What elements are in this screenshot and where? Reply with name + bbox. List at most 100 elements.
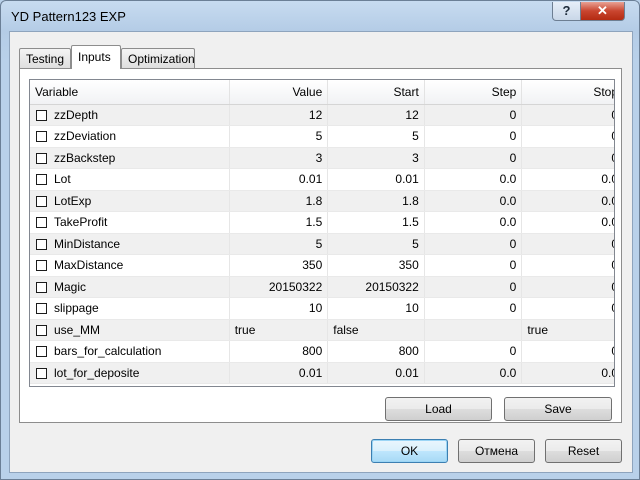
stop-cell[interactable]: 0	[521, 147, 614, 169]
start-cell[interactable]: 20150322	[327, 276, 425, 298]
table-row[interactable]: zzDepth121200	[30, 104, 614, 126]
start-cell[interactable]: 5	[327, 125, 425, 148]
optimize-checkbox[interactable]	[36, 152, 47, 164]
stop-cell[interactable]: 0.0	[521, 211, 614, 234]
start-cell[interactable]: 350	[327, 254, 425, 277]
stop-cell[interactable]: 0	[521, 297, 614, 320]
optimize-checkbox[interactable]	[36, 217, 47, 229]
start-cell[interactable]: 10	[327, 297, 425, 320]
stop-cell[interactable]: 0	[521, 276, 614, 298]
start-cell[interactable]: 12	[327, 104, 425, 126]
column-header-variable[interactable]: Variable	[30, 80, 230, 105]
value-cell[interactable]: 0.01	[229, 168, 329, 191]
optimize-checkbox[interactable]	[36, 367, 47, 379]
optimize-checkbox[interactable]	[36, 346, 47, 358]
stop-cell[interactable]: true	[521, 319, 614, 341]
value-cell[interactable]: 1.8	[229, 190, 329, 212]
tab-inputs[interactable]: Inputs	[71, 45, 121, 69]
step-cell[interactable]: 0	[424, 297, 523, 320]
stop-cell[interactable]: 0	[521, 125, 614, 148]
table-row[interactable]: MaxDistance35035000	[30, 254, 614, 277]
value-cell[interactable]: true	[229, 319, 329, 341]
stop-cell[interactable]: 0.0	[521, 362, 614, 384]
start-cell[interactable]: 3	[327, 147, 425, 169]
column-header-step[interactable]: Step	[424, 80, 523, 105]
step-cell[interactable]: 0.0	[424, 168, 523, 191]
reset-button[interactable]: Reset	[545, 439, 622, 463]
step-cell[interactable]: 0	[424, 276, 523, 298]
table-row[interactable]: Magic201503222015032200	[30, 276, 614, 298]
start-cell[interactable]: 5	[327, 233, 425, 255]
table-row[interactable]: zzBackstep3300	[30, 147, 614, 169]
optimize-checkbox[interactable]	[36, 281, 47, 293]
optimize-checkbox[interactable]	[36, 303, 47, 315]
table-row[interactable]: use_MM true false true	[30, 319, 614, 341]
table-row[interactable]: MinDistance5500	[30, 233, 614, 255]
table-row[interactable]: LotExp1.81.80.00.0	[30, 190, 614, 212]
value-cell[interactable]: 0.01	[229, 362, 329, 384]
stop-cell[interactable]: 0.0	[521, 190, 614, 212]
step-cell[interactable]: 0	[424, 233, 523, 255]
close-button[interactable]: ✕	[580, 2, 625, 21]
value-cell[interactable]: 5	[229, 125, 329, 148]
optimize-checkbox[interactable]	[36, 238, 47, 250]
optimize-checkbox[interactable]	[36, 109, 47, 121]
variable-name: LotExp	[54, 193, 92, 208]
optimize-checkbox[interactable]	[36, 174, 47, 186]
stop-cell[interactable]: 0	[521, 104, 614, 126]
optimize-checkbox[interactable]	[36, 260, 47, 272]
inputs-table: Variable Value Start Step Stop zzDepth 12…	[30, 80, 614, 384]
table-row[interactable]: lot_for_deposite0.010.010.00.0	[30, 362, 614, 384]
optimize-checkbox[interactable]	[36, 324, 47, 336]
column-header-value[interactable]: Value	[229, 80, 329, 105]
start-cell[interactable]: false	[327, 319, 425, 341]
value-cell[interactable]: 5	[229, 233, 329, 255]
table-row[interactable]: Lot0.010.010.00.0	[30, 168, 614, 191]
stop-cell[interactable]: 0.0	[521, 168, 614, 191]
value-cell[interactable]: 800	[229, 340, 329, 363]
step-cell[interactable]: 0.0	[424, 190, 523, 212]
value-cell[interactable]: 12	[229, 104, 329, 126]
start-cell[interactable]: 1.8	[327, 190, 425, 212]
start-cell[interactable]: 1.5	[327, 211, 425, 234]
optimize-checkbox[interactable]	[36, 131, 47, 143]
stop-cell[interactable]: 0	[521, 254, 614, 277]
value-cell[interactable]: 350	[229, 254, 329, 277]
save-button[interactable]: Save	[504, 397, 612, 421]
cancel-button[interactable]: Отмена	[458, 439, 535, 463]
help-button[interactable]: ?	[552, 2, 581, 21]
value-cell[interactable]: 10	[229, 297, 329, 320]
step-cell[interactable]: 0.0	[424, 362, 523, 384]
inputs-grid[interactable]: Variable Value Start Step Stop zzDepth 12…	[29, 79, 615, 387]
load-button[interactable]: Load	[385, 397, 492, 421]
stop-cell[interactable]: 0	[521, 233, 614, 255]
start-cell[interactable]: 0.01	[327, 362, 425, 384]
ok-button[interactable]: OK	[371, 439, 448, 463]
tab-optimization[interactable]: Optimization	[121, 48, 195, 68]
optimize-checkbox[interactable]	[36, 195, 47, 207]
variable-name: slippage	[54, 301, 99, 316]
column-header-stop[interactable]: Stop	[521, 80, 614, 105]
tab-testing[interactable]: Testing	[19, 48, 71, 68]
step-cell[interactable]: 0	[424, 340, 523, 363]
step-cell[interactable]: 0	[424, 254, 523, 277]
step-cell[interactable]: 0	[424, 147, 523, 169]
variable-cell: bars_for_calculation	[30, 340, 230, 363]
step-cell[interactable]: 0.0	[424, 211, 523, 234]
start-cell[interactable]: 0.01	[327, 168, 425, 191]
table-row[interactable]: bars_for_calculation80080000	[30, 340, 614, 363]
value-cell[interactable]: 3	[229, 147, 329, 169]
stop-cell[interactable]: 0	[521, 340, 614, 363]
column-header-start[interactable]: Start	[327, 80, 425, 105]
table-row[interactable]: slippage101000	[30, 297, 614, 320]
step-cell[interactable]: 0	[424, 104, 523, 126]
variable-cell: zzDeviation	[30, 125, 230, 148]
value-cell[interactable]: 20150322	[229, 276, 329, 298]
step-cell[interactable]	[424, 319, 523, 341]
step-cell[interactable]: 0	[424, 125, 523, 148]
value-cell[interactable]: 1.5	[229, 211, 329, 234]
start-cell[interactable]: 800	[327, 340, 425, 363]
table-row[interactable]: TakeProfit1.51.50.00.0	[30, 211, 614, 234]
variable-name: zzDepth	[54, 107, 99, 122]
table-row[interactable]: zzDeviation5500	[30, 125, 614, 148]
